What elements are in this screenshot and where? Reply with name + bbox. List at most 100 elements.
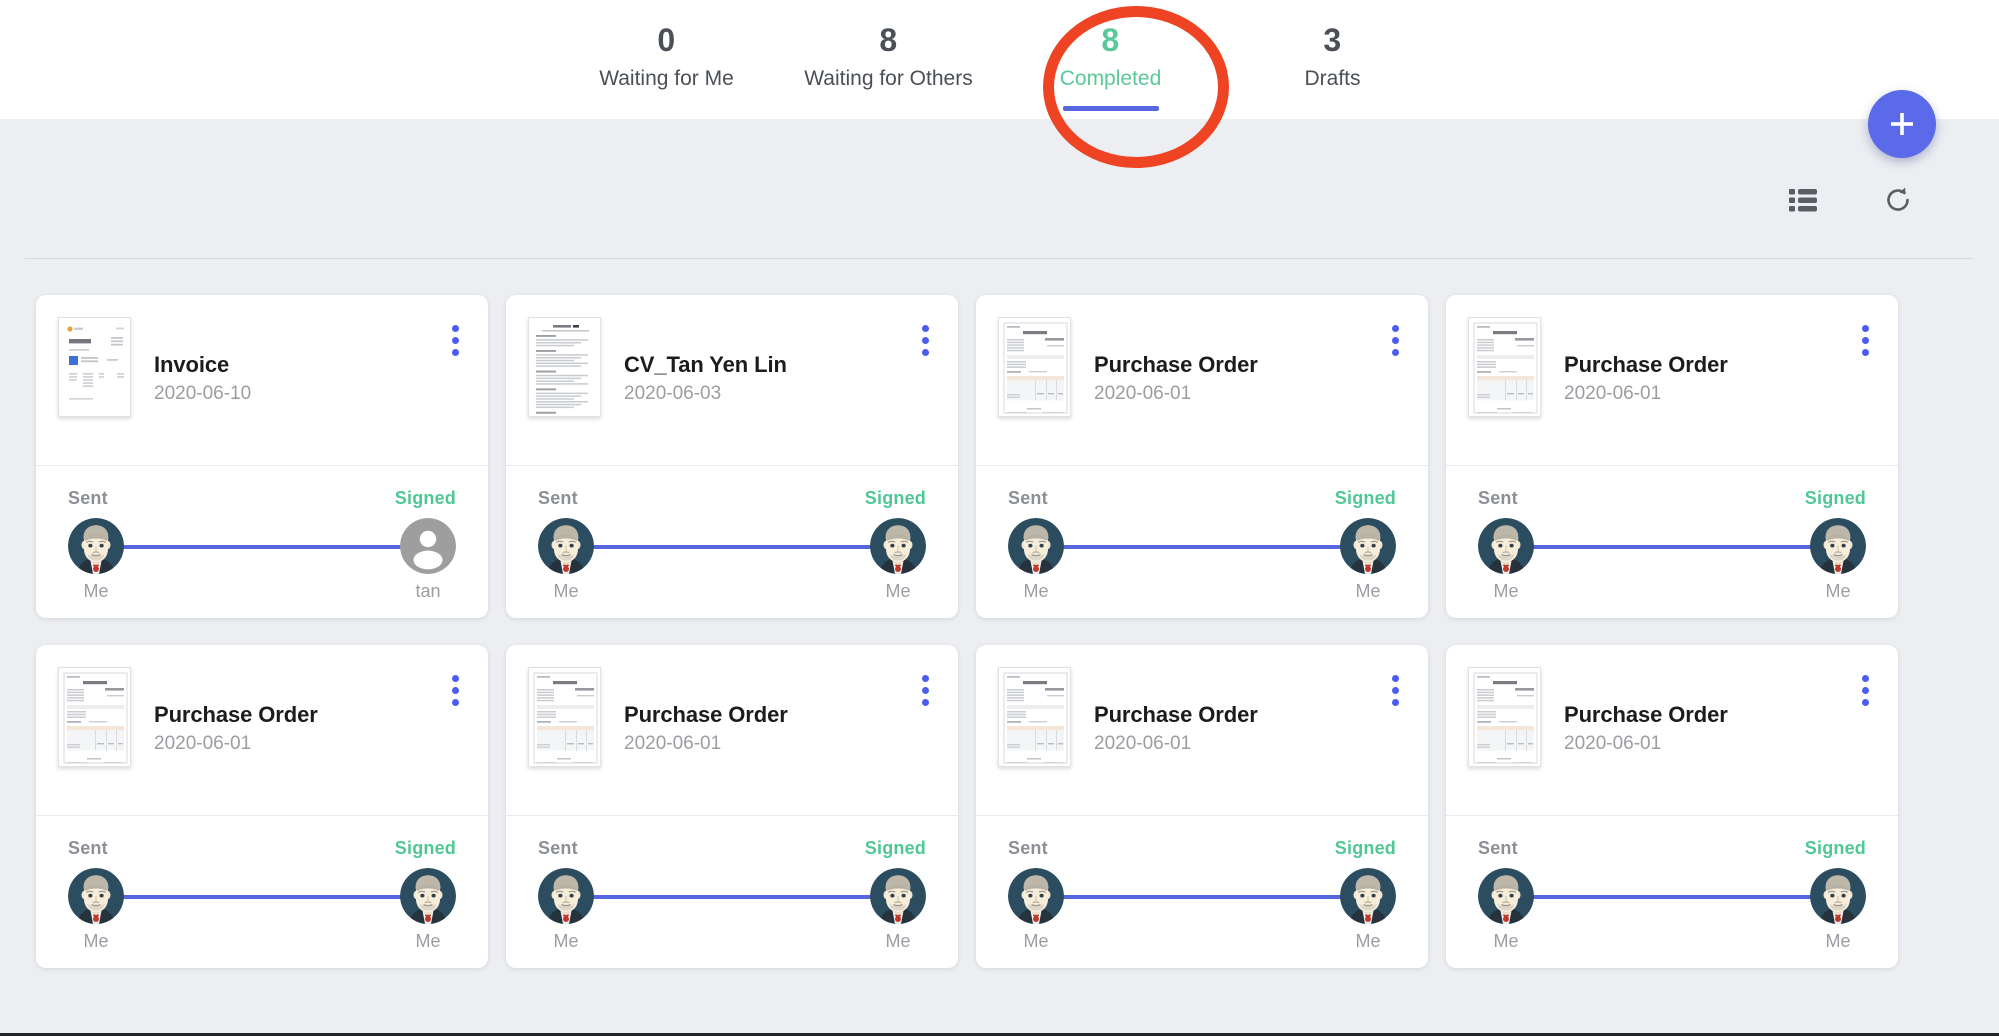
documents-grid: Invoice2020-06-10SentSignedMetanCV_Tan Y… [36,295,1966,968]
flow-participant-names: Me Me [68,931,456,952]
avatar [1008,518,1064,574]
document-date: 2020-06-01 [154,731,318,757]
status-tab-bar: 0Waiting for Me8Waiting for Others8Compl… [0,0,1999,119]
document-card[interactable]: Purchase Order2020-06-01SentSignedMeMe [506,645,958,968]
list-view-icon[interactable] [1789,187,1817,213]
flow-avatars [538,518,926,574]
flow-avatars [1008,868,1396,924]
tab-count: 0 [556,20,778,60]
flow-participant-names: MeMe [1478,581,1866,602]
avatar [1478,518,1534,574]
document-date: 2020-06-03 [624,381,787,407]
participant-name: Me [1810,931,1866,952]
document-card[interactable]: CV_Tan Yen Lin2020-06-03SentSignedMeMe [506,295,958,618]
avatar [1478,868,1534,924]
tab-count: 8 [1000,20,1222,60]
participant-name: Me [538,581,594,602]
card-meta: Purchase Order2020-06-01 [1094,667,1258,757]
document-title: Purchase Order [624,701,788,729]
document-date: 2020-06-01 [1564,381,1728,407]
document-title: Purchase Order [154,701,318,729]
signature-flow: SentSignedMeMe [976,466,1428,618]
flow-status-labels: Sent Signed [1478,816,1866,859]
participant-name: Me [1340,581,1396,602]
participant-name: Me [1810,581,1866,602]
flow-status-signed: Signed [1805,838,1866,859]
flow-participant-names: Metan [68,581,456,602]
card-menu-icon[interactable] [450,673,461,708]
document-thumbnail [58,667,131,767]
add-document-fab[interactable] [1868,90,1936,158]
flow-status-signed: Signed [395,838,456,859]
document-title: Purchase Order [1094,351,1258,379]
document-thumbnail [1468,317,1541,417]
document-card[interactable]: Purchase Order2020-06-01SentSignedMeMe [976,645,1428,968]
card-menu-icon[interactable] [1390,673,1401,708]
tab-waiting-for-others[interactable]: 8 Waiting for Others [778,20,1000,104]
flow-avatars [68,518,456,574]
flow-status-labels: SentSigned [1008,466,1396,509]
card-meta: Purchase Order2020-06-01 [624,667,788,757]
tab-count: 3 [1222,20,1444,60]
avatar [538,868,594,924]
card-header: Purchase Order2020-06-01 [1446,645,1898,816]
participant-name: Me [400,931,456,952]
document-thumbnail [998,667,1071,767]
flow-track [68,518,456,574]
document-thumbnail [528,317,601,417]
tab-label: Waiting for Others [778,64,1000,94]
document-card[interactable]: Purchase Order2020-06-01SentSignedMeMe [1446,295,1898,618]
avatar [538,518,594,574]
card-header: Purchase Order2020-06-01 [976,645,1428,816]
card-menu-icon[interactable] [920,323,931,358]
flow-track [1478,518,1866,574]
document-title: CV_Tan Yen Lin [624,351,787,379]
participant-name: tan [400,581,456,602]
avatar [1810,518,1866,574]
card-menu-icon[interactable] [450,323,461,358]
avatar [870,518,926,574]
document-card[interactable]: Purchase Order2020-06-01SentSignedMeMe [976,295,1428,618]
card-menu-icon[interactable] [1860,673,1871,708]
flow-status-sent: Sent [1478,838,1518,859]
participant-name: Me [68,931,124,952]
avatar [1340,518,1396,574]
tab-count: 8 [778,20,1000,60]
tab-drafts[interactable]: 3Drafts [1222,20,1444,104]
flow-status-signed: Signed [1335,838,1396,859]
avatar [1340,868,1396,924]
document-date: 2020-06-01 [624,731,788,757]
signature-flow: SentSignedMeMe [1446,816,1898,968]
flow-track [538,868,926,924]
participant-name: Me [870,581,926,602]
document-thumbnail [1468,667,1541,767]
document-card[interactable]: Purchase Order2020-06-01SentSignedMeMe [1446,645,1898,968]
flow-status-labels: SentSigned [1478,466,1866,509]
plus-icon [1887,109,1917,139]
document-title: Purchase Order [1564,701,1728,729]
flow-status-sent: Sent [68,488,108,509]
document-thumbnail [528,667,601,767]
tab-waiting-for-me[interactable]: 0Waiting for Me [556,20,778,104]
document-card[interactable]: Invoice2020-06-10 Sent Signed Metan [36,295,488,618]
flow-status-labels: SentSigned [1008,816,1396,859]
card-meta: Invoice2020-06-10 [154,317,251,407]
document-title: Purchase Order [1564,351,1728,379]
card-meta: Purchase Order2020-06-01 [154,667,318,757]
tab-label: Completed [1000,64,1222,94]
flow-status-signed: Signed [395,488,456,509]
card-menu-icon[interactable] [1860,323,1871,358]
refresh-icon[interactable] [1883,185,1913,215]
participant-name: Me [870,931,926,952]
flow-track [538,518,926,574]
avatar [400,518,456,574]
flow-participant-names: MeMe [538,931,926,952]
tab-completed[interactable]: 8 Completed [1000,20,1222,104]
view-toolbar [1789,185,1913,215]
card-menu-icon[interactable] [1390,323,1401,358]
document-card[interactable]: Purchase Order2020-06-01SentSignedMeMe [36,645,488,968]
card-menu-icon[interactable] [920,673,931,708]
signature-flow: SentSignedMeMe [36,816,488,968]
flow-avatars [1478,518,1866,574]
card-header: Purchase Order2020-06-01 [1446,295,1898,466]
